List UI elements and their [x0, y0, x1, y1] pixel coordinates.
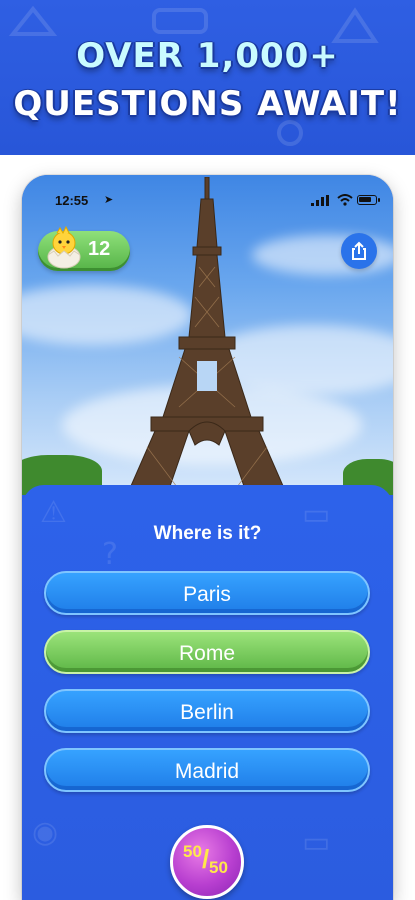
- eiffel-tower-photo: [22, 175, 393, 495]
- coins-counter[interactable]: 12: [38, 225, 130, 271]
- coins-count: 12: [88, 238, 111, 260]
- question-text: Where is it?: [153, 523, 262, 544]
- banner-headline-line2: QUESTIONS AWAIT!: [13, 84, 402, 124]
- promo-banner: OVER 1,000+ QUESTIONS AWAIT!: [0, 0, 415, 155]
- share-icon: [352, 241, 366, 260]
- eiffel-tower-icon: [127, 177, 287, 495]
- fifty-fifty-lifeline-button[interactable]: 50 / 50: [170, 825, 244, 899]
- status-bar: 12:55 ➤: [22, 191, 393, 211]
- answer-button-rome[interactable]: Rome: [44, 630, 370, 674]
- lifeline-top-number: 50: [183, 842, 202, 861]
- cellular-signal-icon: [311, 195, 329, 206]
- share-button[interactable]: [341, 233, 377, 269]
- eye-doodle-icon: ◉: [32, 815, 59, 850]
- chick-egg-icon: [47, 225, 81, 269]
- answer-button-madrid[interactable]: Madrid: [44, 748, 370, 792]
- answer-button-berlin[interactable]: Berlin: [44, 689, 370, 733]
- status-time: 12:55: [55, 193, 89, 208]
- banner-headline-line1: OVER 1,000+: [76, 36, 339, 76]
- battery-icon: [357, 195, 380, 205]
- location-arrow-icon: ➤: [104, 194, 114, 206]
- chat-doodle-icon: ▭: [302, 825, 331, 860]
- answer-button-paris[interactable]: Paris: [44, 571, 370, 615]
- lifeline-bottom-number: 50: [209, 858, 228, 877]
- quiz-panel: ⚠ ▭ ? ✦ ◉ ▭ Where is it? Paris Rome Berl…: [22, 485, 393, 900]
- chat-doodle-icon: [152, 8, 208, 34]
- wifi-icon: [337, 194, 353, 206]
- phone-mockup: 12:55 ➤ 12 ⚠ ▭ ? ◉ ▭ Where is it? Paris …: [22, 175, 393, 900]
